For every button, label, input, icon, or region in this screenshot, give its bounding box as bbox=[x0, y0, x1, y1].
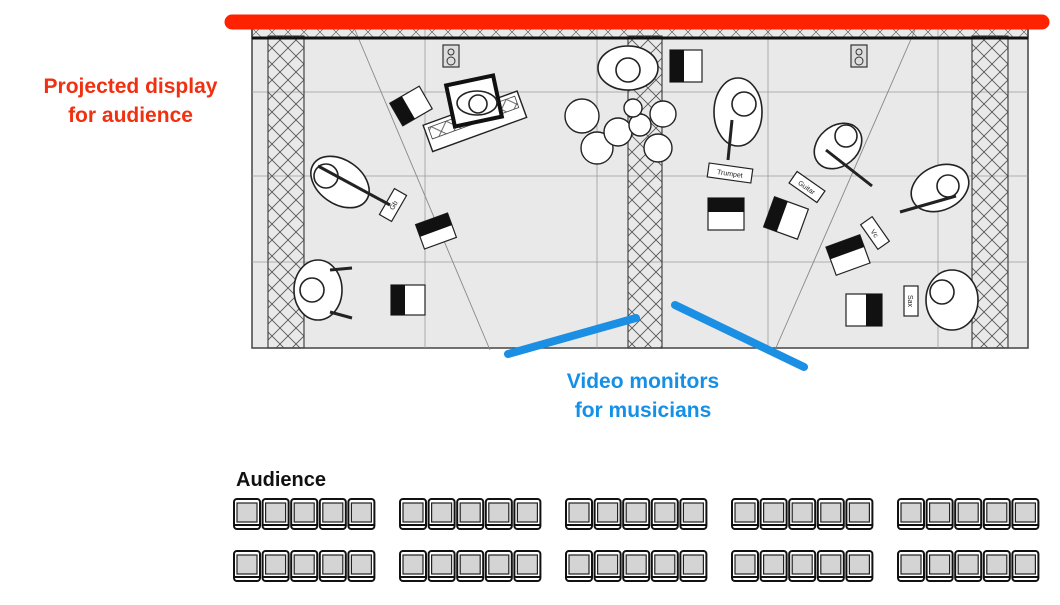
audience-seat bbox=[233, 498, 261, 530]
audience-seat bbox=[788, 550, 817, 582]
audience-seat bbox=[845, 550, 874, 582]
audience-seat bbox=[318, 550, 347, 582]
projected-display-label: Projected display for audience bbox=[18, 72, 243, 130]
audience-seat bbox=[427, 498, 456, 530]
musician-drums bbox=[597, 45, 659, 91]
audience-seat bbox=[513, 550, 542, 582]
video-monitors-label-line2: for musicians bbox=[574, 399, 712, 422]
audience-seat bbox=[982, 550, 1011, 582]
audience-seat bbox=[816, 550, 845, 582]
audience-seat bbox=[788, 498, 817, 530]
audience-seat bbox=[593, 498, 622, 530]
audience-seat bbox=[845, 498, 874, 530]
audience-seat bbox=[233, 550, 261, 582]
seat-block bbox=[565, 498, 708, 530]
audience-seat bbox=[261, 550, 290, 582]
audience-seat bbox=[399, 498, 427, 530]
pa-speaker-left bbox=[442, 44, 460, 68]
audience-seat bbox=[1011, 498, 1040, 530]
musician-sax bbox=[925, 269, 979, 331]
tag-sax: Sax bbox=[906, 295, 913, 308]
audience-seat bbox=[897, 498, 925, 530]
audience-seat bbox=[650, 498, 679, 530]
seat-block bbox=[731, 550, 874, 582]
audience-seat bbox=[954, 498, 983, 530]
audience-seat bbox=[679, 498, 708, 530]
audience-seat bbox=[679, 550, 708, 582]
audience-seat bbox=[318, 498, 347, 530]
audience-seat bbox=[731, 550, 759, 582]
video-monitors-label-line1: Video monitors bbox=[566, 370, 720, 393]
audience-seat bbox=[290, 550, 319, 582]
seat-block bbox=[399, 498, 542, 530]
audience-seat bbox=[484, 498, 513, 530]
audience-seating bbox=[233, 498, 1040, 582]
seat-block bbox=[399, 550, 542, 582]
audience-seat bbox=[759, 550, 788, 582]
audience-seat bbox=[593, 550, 622, 582]
audience-seat bbox=[925, 498, 954, 530]
audience-seat bbox=[513, 498, 542, 530]
audience-seat bbox=[484, 550, 513, 582]
seat-block bbox=[897, 498, 1040, 530]
seat-block bbox=[233, 550, 376, 582]
audience-seat bbox=[982, 498, 1011, 530]
seat-block bbox=[233, 498, 376, 530]
audience-seat bbox=[399, 550, 427, 582]
audience-seat bbox=[622, 498, 651, 530]
audience-seat bbox=[954, 550, 983, 582]
stage-plan-diagram: Trumpet Guitar Vc Sax Gb Projected displ… bbox=[0, 0, 1060, 600]
audience-seat bbox=[650, 550, 679, 582]
audience-seat bbox=[759, 498, 788, 530]
projected-display-label-line1: Projected display bbox=[43, 75, 218, 98]
seat-block bbox=[897, 550, 1040, 582]
audience-seat bbox=[290, 498, 319, 530]
seat-block bbox=[565, 550, 708, 582]
musician-keyboard bbox=[456, 90, 498, 116]
audience-seat bbox=[456, 550, 485, 582]
audience-seat bbox=[427, 550, 456, 582]
audience-seat bbox=[816, 498, 845, 530]
seat-block bbox=[731, 498, 874, 530]
audience-seat bbox=[565, 498, 593, 530]
audience-seat bbox=[456, 498, 485, 530]
projected-display-label-line2: for audience bbox=[68, 104, 193, 127]
audience-seat bbox=[347, 498, 376, 530]
audience-label: Audience bbox=[236, 469, 327, 491]
audience-seat bbox=[925, 550, 954, 582]
video-monitors-label: Video monitors for musicians bbox=[528, 367, 758, 425]
audience-seat bbox=[897, 550, 925, 582]
audience-seat bbox=[261, 498, 290, 530]
audience-seat bbox=[731, 498, 759, 530]
audience-seat bbox=[565, 550, 593, 582]
audience-seat bbox=[347, 550, 376, 582]
pa-speaker-right bbox=[850, 44, 868, 68]
audience-seat bbox=[622, 550, 651, 582]
audience-seat bbox=[1011, 550, 1040, 582]
